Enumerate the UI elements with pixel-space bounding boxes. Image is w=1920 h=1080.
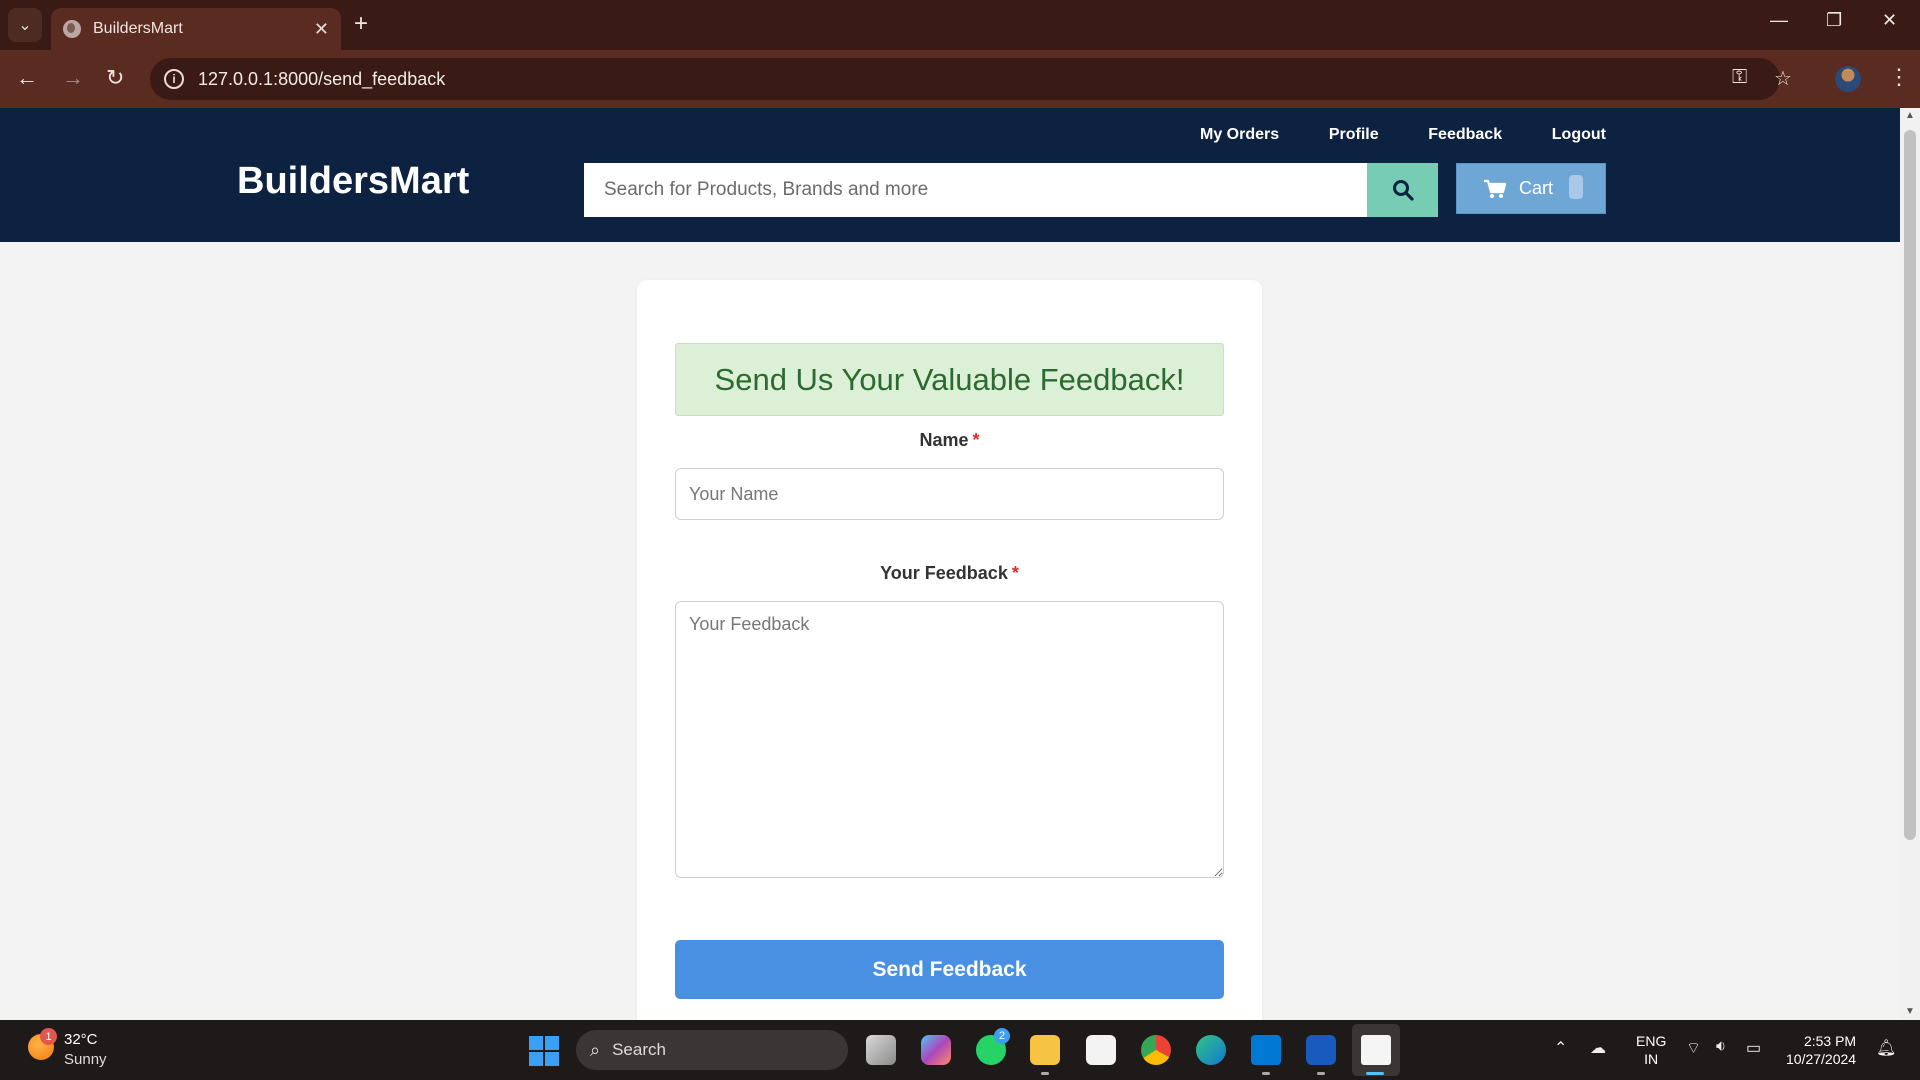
language-code: ENG [1636, 1033, 1667, 1049]
browser-toolbar: ← → ↻ i 127.0.0.1:8000/send_feedback ⚿ ☆ [0, 50, 1920, 108]
required-asterisk: * [1011, 563, 1019, 583]
vscode-icon[interactable] [1251, 1035, 1281, 1065]
feedback-banner: Send Us Your Valuable Feedback! [675, 343, 1224, 416]
required-asterisk: * [972, 430, 980, 450]
product-search-input[interactable] [584, 163, 1367, 217]
feedback-textarea[interactable] [675, 601, 1224, 878]
cart-label: Cart [1519, 178, 1554, 198]
taskbar-search[interactable]: ⌕ Search [576, 1030, 848, 1070]
browser-tab[interactable]: BuildersMart ✕ [51, 8, 341, 50]
running-indicator [1262, 1072, 1270, 1075]
cart-button[interactable]: Cart [1456, 163, 1606, 214]
whatsapp-badge: 2 [994, 1028, 1010, 1044]
running-indicator [1317, 1072, 1325, 1075]
site-info-icon[interactable]: i [164, 69, 184, 89]
brand-logo[interactable]: BuildersMart [237, 160, 469, 203]
globe-icon [63, 20, 81, 38]
battery-icon[interactable]: ▭ [1746, 1038, 1761, 1058]
windows-taskbar: 1 32°C Sunny ⌕ Search 2 ⌃ ☁ ENG IN ⌔ 🔉︎ … [0, 1020, 1920, 1080]
shopping-cart-icon [1484, 179, 1507, 198]
word-icon[interactable] [1306, 1035, 1336, 1065]
scroll-down-icon[interactable]: ▼ [1905, 1006, 1915, 1017]
region-code: IN [1644, 1051, 1659, 1067]
chevron-down-icon: ⌄ [18, 17, 32, 34]
wifi-icon[interactable]: ⌔ [1686, 1038, 1701, 1058]
system-clock[interactable]: 2:53 PM 10/27/2024 [1786, 1032, 1856, 1068]
scroll-up-icon[interactable]: ▲ [1905, 110, 1915, 121]
windows-start-icon[interactable] [529, 1036, 559, 1066]
nav-my-orders[interactable]: My Orders [1200, 126, 1279, 144]
weather-temperature[interactable]: 32°C [64, 1031, 98, 1048]
volume-icon[interactable]: 🔉︎ [1716, 1038, 1726, 1056]
task-view-icon[interactable] [866, 1035, 896, 1065]
new-tab-icon[interactable]: + [354, 12, 368, 36]
search-icon: ⌕ [590, 1039, 601, 1060]
name-label-text: Name [919, 430, 969, 450]
tab-search-button[interactable]: ⌄ [8, 8, 42, 42]
running-indicator [1041, 1072, 1049, 1075]
tab-title: BuildersMart [93, 20, 183, 37]
send-feedback-button[interactable]: Send Feedback [675, 940, 1224, 999]
search-button[interactable] [1367, 163, 1438, 217]
url-text: 127.0.0.1:8000/send_feedback [198, 68, 446, 89]
scrollbar-thumb[interactable] [1904, 130, 1916, 840]
nav-feedback[interactable]: Feedback [1428, 126, 1502, 144]
password-key-icon[interactable]: ⚿ [1732, 66, 1747, 89]
clock-time: 2:53 PM [1803, 1033, 1857, 1049]
browser-menu-icon[interactable]: ⋮ [1888, 64, 1910, 90]
name-label: Name * [675, 430, 1224, 451]
clock-date: 10/27/2024 [1786, 1051, 1857, 1067]
close-window-icon[interactable]: ✕ [1882, 10, 1897, 31]
close-tab-icon[interactable]: ✕ [314, 19, 329, 40]
reload-icon[interactable]: ↻ [106, 64, 124, 92]
minimize-icon[interactable]: — [1770, 10, 1788, 31]
weather-condition[interactable]: Sunny [64, 1051, 107, 1068]
feedback-label-text: Your Feedback [880, 563, 1008, 583]
page-scrollbar[interactable]: ▲ ▼ [1900, 108, 1920, 1020]
edge-icon[interactable] [1196, 1035, 1226, 1065]
address-bar[interactable]: i 127.0.0.1:8000/send_feedback [150, 58, 1780, 100]
chrome-icon[interactable] [1141, 1035, 1171, 1065]
nav-profile[interactable]: Profile [1329, 126, 1379, 144]
site-header: My Orders Profile Feedback Logout Builde… [0, 108, 1900, 242]
nav-logout[interactable]: Logout [1552, 126, 1606, 144]
notification-bell-icon[interactable]: 🔔︎ [1876, 1038, 1896, 1058]
back-icon[interactable]: ← [16, 64, 38, 92]
onedrive-icon[interactable]: ☁ [1590, 1038, 1606, 1058]
taskbar-search-label: Search [612, 1040, 666, 1059]
chevron-up-icon[interactable]: ⌃ [1554, 1038, 1567, 1058]
active-indicator [1366, 1072, 1384, 1075]
cart-count-badge [1569, 175, 1583, 199]
feedback-card: Send Us Your Valuable Feedback! Name * Yo… [637, 280, 1262, 1020]
forward-icon[interactable]: → [62, 64, 84, 92]
weather-badge: 1 [40, 1028, 57, 1045]
language-indicator[interactable]: ENG IN [1636, 1032, 1666, 1068]
name-input[interactable] [675, 468, 1224, 520]
bookmark-star-icon[interactable]: ☆ [1774, 66, 1792, 91]
microsoft-store-icon[interactable] [1086, 1035, 1116, 1065]
restore-icon[interactable]: ❐ [1826, 10, 1842, 31]
page-viewport: My Orders Profile Feedback Logout Builde… [0, 108, 1900, 1020]
feedback-label: Your Feedback * [675, 563, 1224, 584]
notepad-icon[interactable] [1361, 1035, 1391, 1065]
top-nav: My Orders Profile Feedback Logout [1200, 126, 1606, 144]
profile-avatar[interactable] [1835, 66, 1861, 92]
copilot-icon[interactable] [921, 1035, 951, 1065]
search-icon [1392, 180, 1414, 201]
file-explorer-icon[interactable] [1030, 1035, 1060, 1065]
browser-tab-strip: ⌄ BuildersMart ✕ + — ❐ ✕ [0, 0, 1920, 50]
